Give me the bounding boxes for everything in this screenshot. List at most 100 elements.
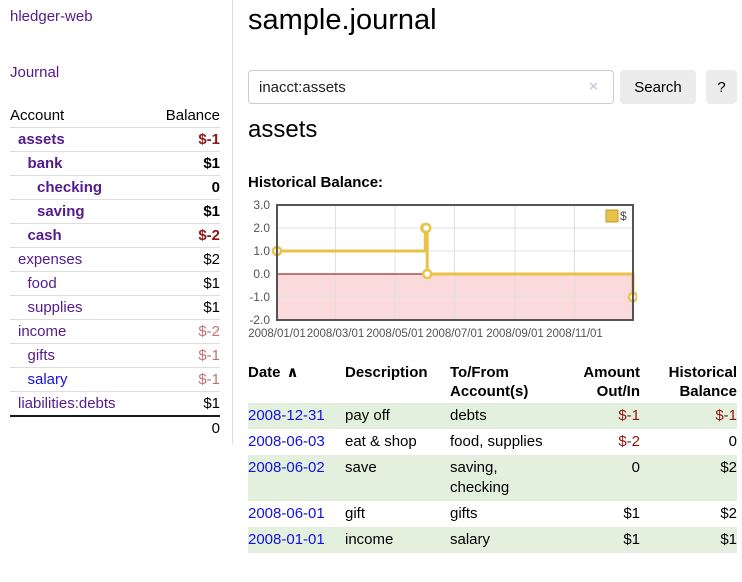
account-row: supplies$1 xyxy=(10,296,220,320)
register-header-description: Description xyxy=(345,360,450,403)
account-balance: $1 xyxy=(149,392,220,417)
transaction-accounts: debts xyxy=(450,403,560,429)
search-button[interactable]: Search xyxy=(620,70,696,104)
account-link[interactable]: checking xyxy=(37,179,102,196)
account-balance: $-2 xyxy=(149,320,220,344)
transaction-description: pay off xyxy=(345,403,450,429)
account-row: gifts $-1 xyxy=(10,344,220,368)
account-link[interactable]: income xyxy=(18,323,66,340)
account-balance: $1 xyxy=(149,200,220,224)
account-row: saving $1 xyxy=(10,200,220,224)
transaction-description: eat & shop xyxy=(345,429,450,455)
app-title-link[interactable]: hledger-web xyxy=(10,8,93,25)
transaction-date-link[interactable]: 2008-01-01 xyxy=(248,527,345,553)
account-link[interactable]: expenses xyxy=(18,251,82,268)
account-row: salary $-1 xyxy=(10,368,220,392)
accounts-total-row: 0 xyxy=(10,416,220,440)
transaction-accounts: salary xyxy=(450,527,560,553)
sort-ascending-icon: ∧ xyxy=(287,364,299,381)
transaction-description: save xyxy=(345,455,450,501)
transaction-row: 2008-12-31pay offdebts$-1$-1 xyxy=(248,403,737,429)
account-link[interactable]: food xyxy=(28,275,57,292)
chart-heading: Historical Balance: xyxy=(248,174,383,191)
account-link[interactable]: gifts xyxy=(28,347,56,364)
account-link[interactable]: salary xyxy=(28,371,68,388)
account-row: assets $-1 xyxy=(10,128,220,152)
y-tick-label: 2.0 xyxy=(253,221,270,235)
register-header-balance: Historical Balance xyxy=(640,360,737,403)
account-link[interactable]: supplies xyxy=(28,299,83,316)
accounts-balance-table: Account Balance assets $-1 bank $1 checking 0… xyxy=(10,104,220,440)
x-tick-label: 2008/03/01 xyxy=(307,328,365,340)
page-title: sample.journal xyxy=(248,0,437,40)
transaction-row: 2008-01-01incomesalary$1$1 xyxy=(248,527,737,553)
account-row: food $1 xyxy=(10,272,220,296)
register-header-date[interactable]: Date∧ xyxy=(248,360,345,403)
account-row: income $-2 xyxy=(10,320,220,344)
sidebar-item-journal[interactable]: Journal xyxy=(10,64,59,81)
x-tick-label: 2008/11/01 xyxy=(546,328,603,340)
account-balance: $-1 xyxy=(149,368,220,392)
account-row: expenses $2 xyxy=(10,248,220,272)
transaction-balance: $2 xyxy=(640,455,737,501)
transaction-amount: 0 xyxy=(560,455,640,501)
account-balance: $-1 xyxy=(149,344,220,368)
account-link[interactable]: cash xyxy=(28,227,62,244)
data-point-marker xyxy=(423,270,431,278)
data-point-marker xyxy=(422,224,430,232)
legend-label: $ xyxy=(620,209,627,223)
transaction-accounts: food, supplies xyxy=(450,429,560,455)
account-row: liabilities:debts $1 xyxy=(10,392,220,417)
register-header-row: Date∧ Description To/From Account(s) Amo… xyxy=(248,360,737,403)
account-balance: $2 xyxy=(149,248,220,272)
account-balance: $-2 xyxy=(149,224,220,248)
x-tick-label: 2008/07/01 xyxy=(426,328,484,340)
x-tick-label: 2008/09/01 xyxy=(486,328,544,340)
help-button[interactable]: ? xyxy=(706,70,737,104)
transaction-balance: $-1 xyxy=(640,403,737,429)
account-row: bank $1 xyxy=(10,152,220,176)
transaction-amount: $1 xyxy=(560,501,640,527)
transaction-balance: $2 xyxy=(640,501,737,527)
account-row: checking 0 xyxy=(10,176,220,200)
y-tick-label: -2.0 xyxy=(249,313,270,327)
accounts-header-balance: Balance xyxy=(149,104,220,128)
register-table: Date∧ Description To/From Account(s) Amo… xyxy=(248,360,737,553)
sidebar-divider xyxy=(232,0,233,444)
historical-balance-chart[interactable]: $3.02.01.00.0-1.0-2.02008/01/012008/03/0… xyxy=(237,198,637,348)
account-balance: 0 xyxy=(149,176,220,200)
transaction-accounts: gifts xyxy=(450,501,560,527)
legend-swatch xyxy=(606,210,618,222)
transaction-amount: $-2 xyxy=(560,429,640,455)
transaction-date-link[interactable]: 2008-06-03 xyxy=(248,429,345,455)
account-link[interactable]: bank xyxy=(28,155,63,172)
accounts-total-balance: 0 xyxy=(149,416,220,440)
transaction-date-link[interactable]: 2008-06-01 xyxy=(248,501,345,527)
transaction-row: 2008-06-02savesaving, checking0$2 xyxy=(248,455,737,501)
transaction-description: gift xyxy=(345,501,450,527)
accounts-header-account: Account xyxy=(10,104,149,128)
transaction-date-link[interactable]: 2008-06-02 xyxy=(248,455,345,501)
clear-search-icon[interactable]: × xyxy=(589,79,598,95)
account-link[interactable]: saving xyxy=(37,203,85,220)
account-link[interactable]: liabilities:debts xyxy=(18,395,116,412)
account-balance: $-1 xyxy=(149,128,220,152)
register-header-accounts: To/From Account(s) xyxy=(450,360,560,403)
transaction-amount: $-1 xyxy=(560,403,640,429)
y-tick-label: 1.0 xyxy=(253,244,270,258)
search-input[interactable] xyxy=(248,70,614,104)
transaction-balance: $1 xyxy=(640,527,737,553)
transaction-amount: $1 xyxy=(560,527,640,553)
account-title: assets xyxy=(248,113,317,147)
transaction-row: 2008-06-01giftgifts$1$2 xyxy=(248,501,737,527)
account-balance: $1 xyxy=(149,272,220,296)
account-balance: $1 xyxy=(149,152,220,176)
y-tick-label: 3.0 xyxy=(253,198,270,212)
transaction-date-link[interactable]: 2008-12-31 xyxy=(248,403,345,429)
account-row: cash $-2 xyxy=(10,224,220,248)
register-header-amount: Amount Out/In xyxy=(560,360,640,403)
transaction-balance: 0 xyxy=(640,429,737,455)
y-tick-label: -1.0 xyxy=(249,290,270,304)
account-link[interactable]: assets xyxy=(18,131,65,148)
x-tick-label: 2008/05/01 xyxy=(366,328,424,340)
